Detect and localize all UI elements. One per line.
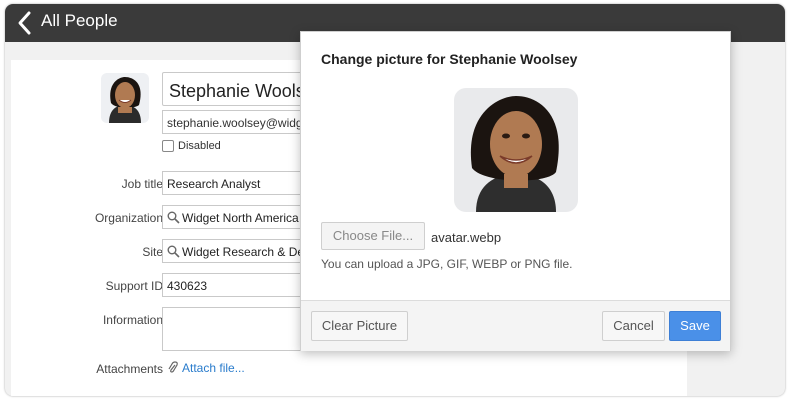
information-label: Information [102,313,163,327]
job-title-label: Job title [121,177,163,191]
save-button[interactable]: Save [669,311,721,341]
job-title-field[interactable]: Research Analyst [162,171,312,195]
support-id-label: Support ID [105,279,163,293]
selected-file-name: avatar.webp [431,230,502,245]
organization-value: Widget North America [182,211,299,225]
attachments-label: Attachments [96,362,163,376]
cancel-button[interactable]: Cancel [602,311,665,341]
dialog-title: Change picture for Stephanie Woolsey [321,51,578,67]
organization-field[interactable]: Widget North America [162,205,312,229]
search-icon [167,245,180,258]
avatar[interactable] [101,73,149,123]
attach-file-label[interactable]: Attach file... [182,361,245,375]
support-id-field[interactable]: 430623 [162,273,312,297]
choose-file-button[interactable]: Choose File... [321,222,425,250]
name-field[interactable]: Stephanie Woolsey [162,72,312,106]
picture-preview [454,88,578,212]
upload-hint: You can upload a JPG, GIF, WEBP or PNG f… [321,257,573,271]
site-field[interactable]: Widget Research & Dev [162,239,312,263]
information-field[interactable] [162,307,312,351]
disabled-checkbox-row[interactable]: Disabled [162,140,221,156]
site-value: Widget Research & Dev [182,245,311,259]
search-icon [167,211,180,224]
attach-file-link[interactable]: Attach file... [167,361,245,375]
dialog-footer: Clear Picture Cancel Save [301,300,730,351]
back-icon[interactable] [15,10,35,36]
organization-label: Organization [94,211,163,225]
email-field[interactable]: stephanie.woolsey@widget [162,110,312,134]
disabled-label: Disabled [178,140,221,153]
disabled-checkbox[interactable] [162,140,174,153]
site-label: Site [142,245,163,259]
clear-picture-button[interactable]: Clear Picture [311,311,408,341]
page-title[interactable]: All People [41,10,118,32]
paperclip-icon [168,361,178,373]
change-picture-dialog: Change picture for Stephanie Woolsey Cho… [300,31,731,351]
